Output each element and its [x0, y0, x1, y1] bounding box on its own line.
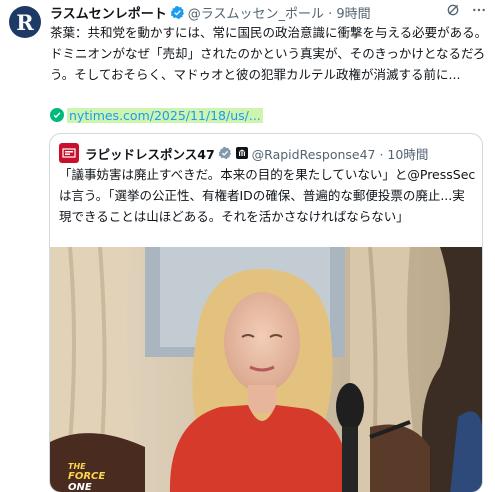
tweet[interactable]: R ラスムセンレポート @ラスムッセン_ポール · 9時間 茶葉：共和党を動かす…	[0, 0, 495, 492]
quote-header: ラピッドレスポンス47 @RapidResponse47 · 10時間	[59, 143, 428, 163]
author-name[interactable]: ラスムセンレポート	[50, 3, 167, 22]
gray-verified-badge-icon	[218, 146, 232, 160]
quote-handle-time[interactable]: @RapidResponse47 · 10時間	[252, 144, 429, 163]
quote-body: 「議事妨害は廃止すべきだ。本来の目的を果たしていない」と@PressSecは言う…	[59, 167, 476, 224]
tweet-body: 茶葉：共和党を動かすには、常に国民の政治意識に衝撃を与える必要がある。ドミニオン…	[50, 25, 488, 82]
tweet-header: ラスムセンレポート @ラスムッセン_ポール · 9時間	[50, 2, 487, 22]
svg-text:FORCE: FORCE	[68, 471, 105, 482]
quote-avatar[interactable]	[59, 143, 79, 163]
check-circle-icon	[50, 108, 64, 122]
verified-badge-icon	[170, 5, 185, 20]
author-avatar[interactable]: R	[9, 6, 41, 38]
grok-icon[interactable]	[445, 2, 461, 22]
video-frame-illustration: THE FORCE ONE	[50, 247, 482, 492]
avatar-letter: R	[16, 9, 34, 35]
more-options-icon[interactable]	[471, 2, 487, 22]
quote-author-name[interactable]: ラピッドレスポンス47	[85, 144, 215, 163]
quote-media-image[interactable]: THE FORCE ONE	[50, 247, 482, 492]
tweet-link[interactable]: nytimes.com/2025/11/18/us/...	[50, 104, 263, 126]
author-handle-time[interactable]: @ラスムッセン_ポール · 9時間	[188, 3, 371, 22]
government-affiliation-icon	[235, 147, 248, 159]
svg-text:THE: THE	[68, 462, 86, 471]
svg-text:ONE: ONE	[68, 482, 92, 492]
link-url[interactable]: nytimes.com/2025/11/18/us/...	[67, 107, 263, 123]
quoted-tweet[interactable]: ラピッドレスポンス47 @RapidResponse47 · 10時間 「議事妨…	[49, 133, 483, 492]
